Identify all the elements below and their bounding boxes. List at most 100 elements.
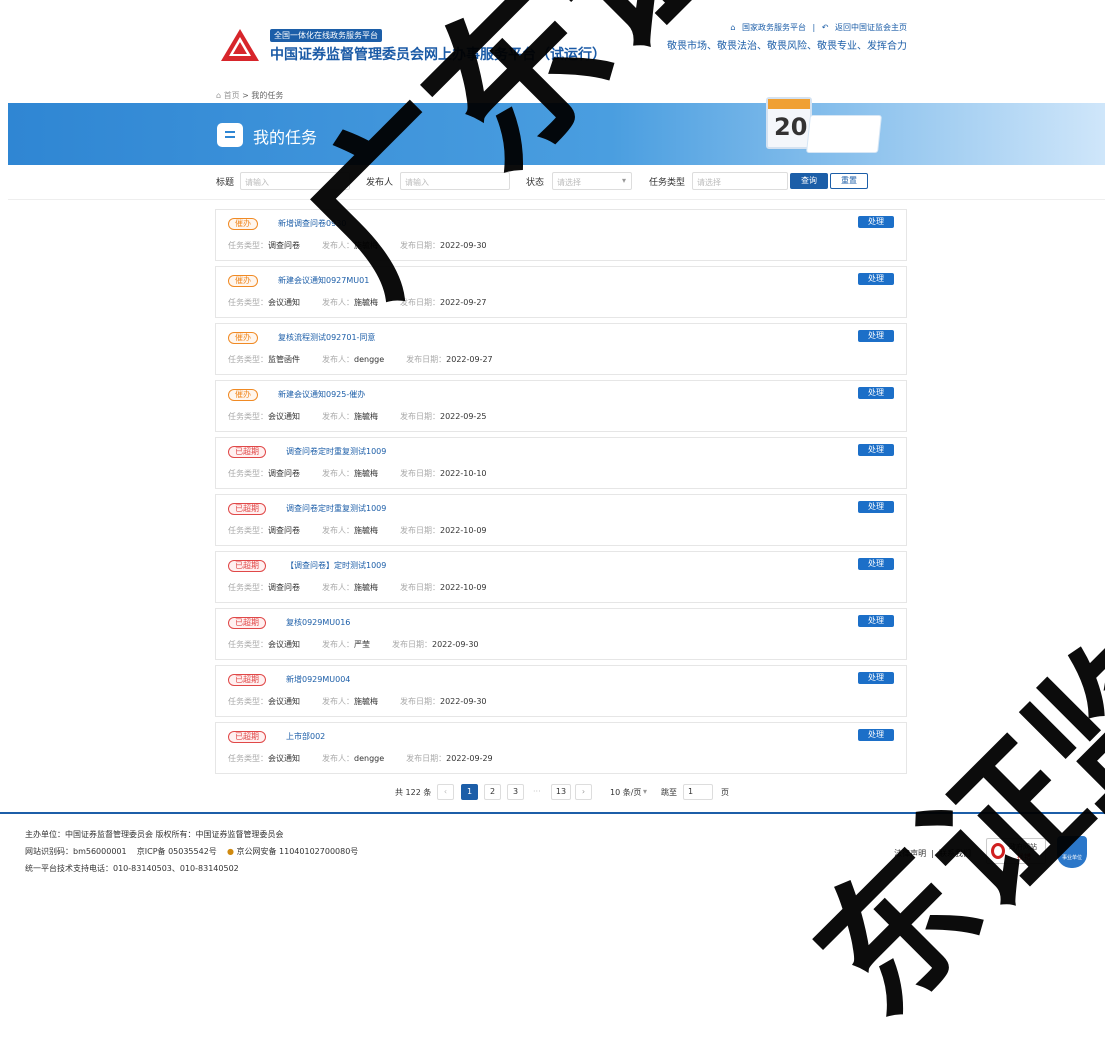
task-type-label: 任务类型： (228, 412, 268, 421)
status-badge: 已超期 (228, 446, 266, 458)
reset-button[interactable]: 重置 (830, 173, 868, 189)
task-type-value: 调查问卷 (268, 241, 300, 250)
task-type-value: 调查问卷 (268, 583, 300, 592)
task-type-value: 调查问卷 (268, 469, 300, 478)
task-list-icon (217, 123, 243, 147)
status-badge: 已超期 (228, 503, 266, 515)
handle-button[interactable]: 处理 (858, 444, 894, 456)
task-publisher-value: 施毓梅 (354, 526, 378, 535)
task-title-link[interactable]: 上市部002 (286, 731, 325, 742)
task-title-link[interactable]: 复核流程测试092701-同意 (278, 332, 375, 343)
task-meta: 任务类型：会议通知 发布人：dengge 发布日期：2022-09-29 (228, 753, 493, 764)
task-title-link[interactable]: 新建会议通知0927MU01 (278, 275, 369, 286)
task-type-label: 任务类型： (228, 298, 268, 307)
site-header: 全国一体化在线政务服务平台 中国证券监督管理委员会网上办事服务平台（试运行） ⌂… (0, 0, 1105, 86)
task-meta: 任务类型：会议通知 发布人：施毓梅 发布日期：2022-09-25 (228, 411, 487, 422)
task-publisher-label: 发布人： (322, 469, 354, 478)
legal-link[interactable]: 法律声明 (894, 849, 926, 858)
breadcrumb: ⌂ 首页 > 我的任务 (216, 90, 283, 101)
task-publisher-value: 施毓梅 (354, 469, 378, 478)
task-title-link[interactable]: 新建会议通知0925-催办 (278, 389, 365, 400)
status-select[interactable]: 请选择 ▾ (552, 172, 632, 190)
task-title-link[interactable]: 调查问卷定时重复测试1009 (286, 446, 386, 457)
task-item[interactable]: 催办 复核流程测试092701-同意任务类型：监管函件 发布人：dengge 发布日期… (215, 323, 907, 375)
chevron-down-icon: ▾ (643, 787, 648, 796)
handle-button[interactable]: 处理 (858, 615, 894, 627)
task-date-value: 2022-10-10 (440, 469, 487, 478)
task-type-label: 任务类型： (228, 640, 268, 649)
pager-page-1[interactable]: 1 (461, 784, 478, 800)
handle-button[interactable]: 处理 (858, 273, 894, 285)
type-select[interactable]: 请选择 (692, 172, 788, 190)
pager-next[interactable]: › (575, 784, 592, 800)
status-badge: 已超期 (228, 617, 266, 629)
pager-prev[interactable]: ‹ (437, 784, 454, 800)
title-input[interactable]: 请输入 (240, 172, 350, 190)
police-record-link[interactable]: 京公网安备 11040102700080号 (237, 847, 359, 856)
task-meta: 任务类型：监管函件 发布人：dengge 发布日期：2022-09-27 (228, 354, 493, 365)
query-button[interactable]: 查询 (790, 173, 828, 189)
pager-size-select[interactable]: 10 条/页 (610, 787, 641, 798)
status-badge: 催办 (228, 389, 258, 401)
task-title-link[interactable]: 复核0929MU016 (286, 617, 350, 628)
task-date-value: 2022-09-30 (432, 640, 479, 649)
task-item[interactable]: 催办 新建会议通知0927MU01 任务类型：会议通知 发布人：施毓梅 发布日期：202… (215, 266, 907, 318)
calendar-illustration: 20 (766, 97, 812, 149)
handle-button[interactable]: 处理 (858, 729, 894, 741)
task-date-label: 发布日期： (406, 754, 447, 763)
return-icon: ↶ (821, 23, 829, 32)
status-label: 状态 (526, 178, 545, 188)
return-home-link[interactable]: 返回中国证监会主页 (835, 23, 907, 32)
gov-error-badge[interactable]: 政府网站 找错 (986, 838, 1046, 864)
handle-button[interactable]: 处理 (858, 330, 894, 342)
task-type-label: 任务类型： (228, 526, 268, 535)
status-badge: 催办 (228, 332, 258, 344)
task-date-value: 2022-09-25 (440, 412, 487, 421)
handle-button[interactable]: 处理 (858, 672, 894, 684)
handle-button[interactable]: 处理 (858, 387, 894, 399)
task-title-link[interactable]: 新增0929MU004 (286, 674, 350, 685)
institution-shield-badge[interactable]: 事业单位 (1057, 836, 1087, 868)
task-date-label: 发布日期： (400, 469, 440, 478)
contact-link[interactable]: 联系我们 (939, 849, 971, 858)
publisher-input[interactable]: 请输入 (400, 172, 510, 190)
task-item[interactable]: 已超期 调查问卷定时重复测试1009 任务类型：调查问卷 发布人：施毓梅 发布日期：20… (215, 437, 907, 489)
pager-page-3[interactable]: 3 (507, 784, 524, 800)
task-date-label: 发布日期： (400, 298, 440, 307)
gov-badge-sub: 找错 (1017, 853, 1031, 861)
task-title-link[interactable]: 【调查问卷】定时测试1009 (286, 560, 386, 571)
handle-button[interactable]: 处理 (858, 216, 894, 228)
top-links: ⌂ 国家政务服务平台 | ↶ 返回中国证监会主页 (726, 22, 907, 33)
gov-platform-link[interactable]: 国家政务服务平台 (742, 23, 806, 32)
task-date-label: 发布日期： (400, 412, 440, 421)
task-title-link[interactable]: 新增调查问卷0930 (278, 218, 346, 229)
task-item[interactable]: 已超期 【调查问卷】定时测试1009 任务类型：调查问卷 发布人：施毓梅 发布日期：20… (215, 551, 907, 603)
pager-page-unit: 页 (721, 788, 729, 797)
title-label: 标题 (216, 178, 235, 188)
task-title-link[interactable]: 调查问卷定时重复测试1009 (286, 503, 386, 514)
task-item[interactable]: 催办 新建会议通知0925-催办任务类型：会议通知 发布人：施毓梅 发布日期：2022… (215, 380, 907, 432)
pager-ellipsis[interactable]: ··· (533, 787, 541, 796)
task-date-value: 2022-09-27 (440, 298, 487, 307)
task-item[interactable]: 已超期 复核0929MU016 任务类型：会议通知 发布人：严莹 发布日期：2022-0… (215, 608, 907, 660)
breadcrumb-home-icon: ⌂ (216, 91, 222, 100)
page-banner: 我的任务 20 (8, 97, 1105, 165)
task-item[interactable]: 催办 新增调查问卷0930 任务类型：调查问卷 发布人：施毓梅 发布日期：2022-09… (215, 209, 907, 261)
task-item[interactable]: 已超期 调查问卷定时重复测试1009 任务类型：调查问卷 发布人：施毓梅 发布日期：20… (215, 494, 907, 546)
task-type-label: 任务类型： (228, 469, 268, 478)
pager-jump-input[interactable]: 1 (683, 784, 713, 800)
handle-button[interactable]: 处理 (858, 501, 894, 513)
pager-page-2[interactable]: 2 (484, 784, 501, 800)
task-type-label: 任务类型： (228, 697, 268, 706)
icp-link[interactable]: 京ICP备 05035542号 (137, 847, 217, 856)
task-publisher-value: 施毓梅 (354, 697, 378, 706)
task-publisher-value: 施毓梅 (354, 241, 378, 250)
task-type-value: 会议通知 (268, 298, 300, 307)
handle-button[interactable]: 处理 (858, 558, 894, 570)
task-date-value: 2022-09-30 (440, 241, 487, 250)
task-item[interactable]: 已超期 新增0929MU004 任务类型：会议通知 发布人：施毓梅 发布日期：2022-… (215, 665, 907, 717)
pager-page-last[interactable]: 13 (551, 784, 571, 800)
breadcrumb-home[interactable]: 首页 (224, 91, 240, 100)
task-item[interactable]: 已超期 上市部002 任务类型：会议通知 发布人：dengge 发布日期：2022-09… (215, 722, 907, 774)
footer-info: 主办单位：中国证券监督管理委员会 版权所有：中国证券监督管理委员会 网站识别码：… (25, 826, 358, 877)
